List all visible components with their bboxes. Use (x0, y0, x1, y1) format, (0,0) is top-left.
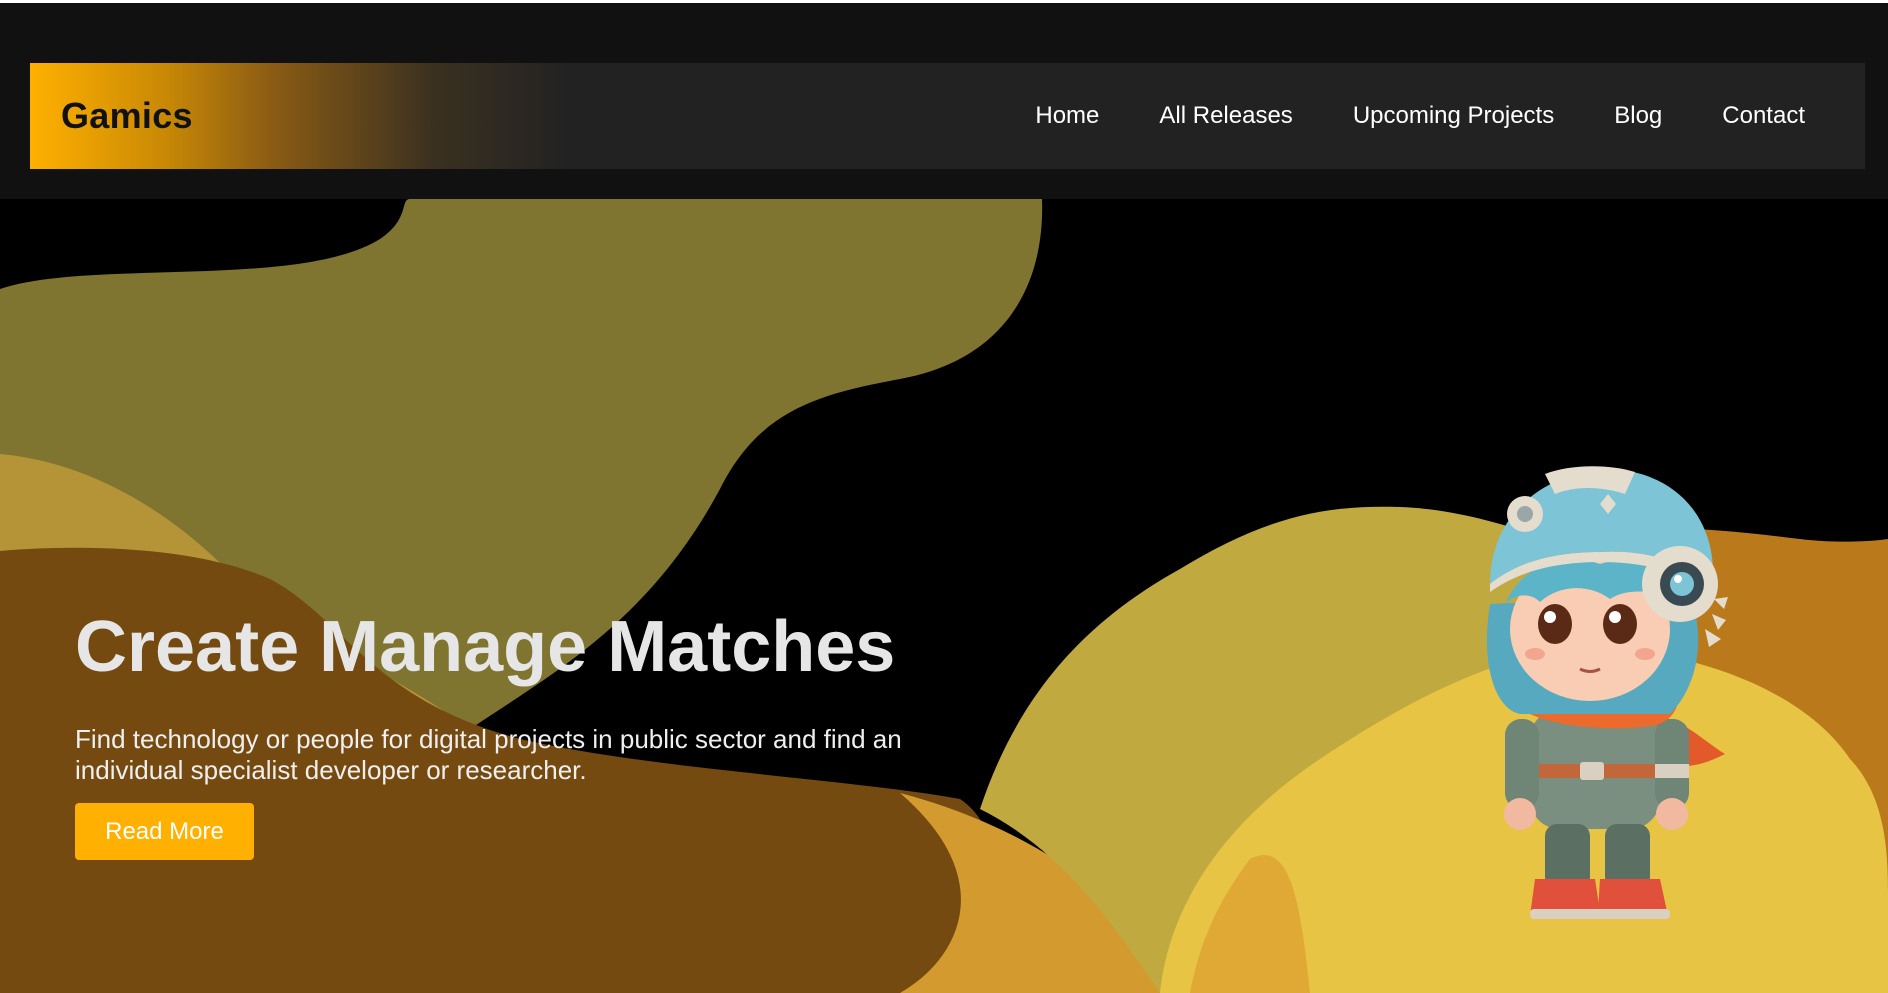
nav-contact[interactable]: Contact (1722, 102, 1805, 130)
read-more-button[interactable]: Read More (75, 803, 254, 860)
brand-area: Gamics (30, 63, 570, 169)
nav-upcoming-projects[interactable]: Upcoming Projects (1353, 102, 1554, 130)
hero-subtitle: Find technology or people for digital pr… (75, 724, 902, 785)
nav-menu: Home All Releases Upcoming Projects Blog… (1035, 63, 1805, 169)
nav-blog[interactable]: Blog (1614, 102, 1662, 130)
hero-title: Create Manage Matches (75, 607, 896, 687)
nav-all-releases[interactable]: All Releases (1159, 102, 1292, 130)
site-header: Gamics Home All Releases Upcoming Projec… (0, 3, 1888, 199)
mascot-character-icon (1486, 466, 1728, 919)
page: Gamics Home All Releases Upcoming Projec… (0, 0, 1888, 993)
nav-home[interactable]: Home (1035, 102, 1099, 130)
navbar: Gamics Home All Releases Upcoming Projec… (30, 63, 1865, 169)
hero-section: Create Manage Matches Find technology or… (0, 199, 1888, 993)
brand-logo[interactable]: Gamics (61, 95, 193, 137)
